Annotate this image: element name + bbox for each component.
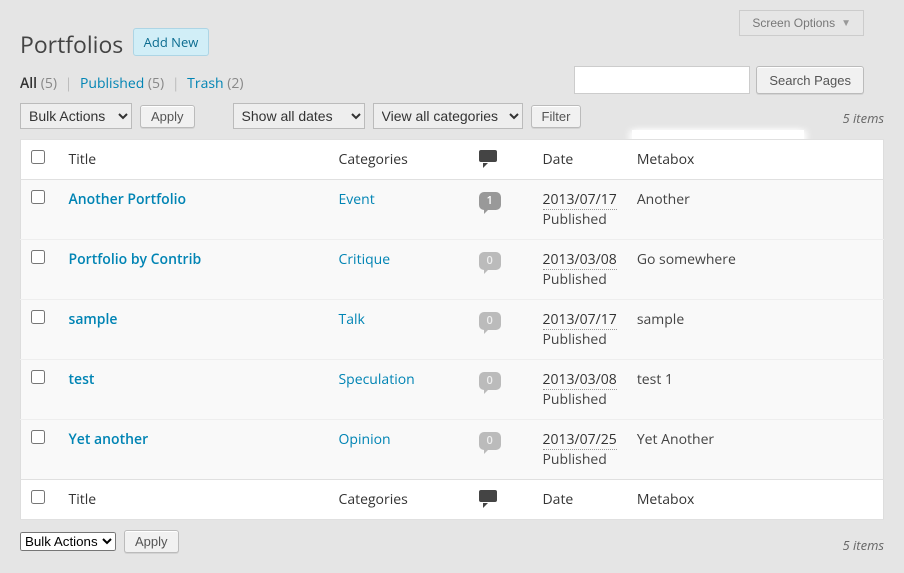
column-comments-header[interactable] xyxy=(469,140,533,180)
item-count-bottom: 5 items xyxy=(842,536,884,554)
screen-options-label: Screen Options xyxy=(752,16,835,30)
comment-count-bubble[interactable]: 0 xyxy=(479,430,501,450)
column-title-header[interactable]: Title xyxy=(59,140,329,180)
filter-all[interactable]: All xyxy=(20,74,37,93)
filter-all-count: (5) xyxy=(41,74,57,93)
comment-count-bubble[interactable]: 1 xyxy=(479,190,501,210)
row-status: Published xyxy=(543,390,607,409)
row-metabox: Another xyxy=(627,180,884,240)
row-title-link[interactable]: Yet another xyxy=(69,430,149,449)
row-metabox: sample xyxy=(627,300,884,360)
select-all-bottom[interactable] xyxy=(31,490,45,504)
add-new-button[interactable]: Add New xyxy=(133,28,210,56)
comment-icon xyxy=(479,490,497,504)
table-row: Portfolio by Contrib Critique 0 2013/03/08P… xyxy=(21,240,884,300)
select-all-top[interactable] xyxy=(31,150,45,164)
comment-icon xyxy=(479,150,497,164)
filter-button[interactable]: Filter xyxy=(531,105,582,128)
dates-filter-select[interactable]: Show all dates xyxy=(233,103,365,129)
row-category-link[interactable]: Critique xyxy=(339,250,391,269)
column-date-footer[interactable]: Date xyxy=(533,480,627,520)
comment-count-bubble[interactable]: 0 xyxy=(479,250,501,270)
row-title-link[interactable]: Another Portfolio xyxy=(69,190,187,209)
row-status: Published xyxy=(543,270,607,289)
row-checkbox[interactable] xyxy=(31,370,45,384)
filter-published-count: (5) xyxy=(148,74,164,93)
row-checkbox[interactable] xyxy=(31,190,45,204)
row-title-link[interactable]: sample xyxy=(69,310,118,329)
column-title-footer[interactable]: Title xyxy=(59,480,329,520)
row-status: Published xyxy=(543,450,607,469)
row-metabox: Go somewhere xyxy=(627,240,884,300)
row-category-link[interactable]: Opinion xyxy=(339,430,391,449)
row-date: 2013/03/08 xyxy=(543,250,617,270)
search-button[interactable]: Search Pages xyxy=(756,66,864,94)
table-row: sample Talk 0 2013/07/17Published sample xyxy=(21,300,884,360)
chevron-down-icon: ▼ xyxy=(841,18,851,29)
filter-trash[interactable]: Trash xyxy=(187,74,223,93)
row-title-link[interactable]: test xyxy=(69,370,95,389)
row-date: 2013/03/08 xyxy=(543,370,617,390)
row-category-link[interactable]: Event xyxy=(339,190,375,209)
portfolios-table: Title Categories Date Metabox Another Po… xyxy=(20,139,884,520)
categories-filter-select[interactable]: View all categories xyxy=(373,103,523,129)
row-date: 2013/07/17 xyxy=(543,310,617,330)
column-comments-footer[interactable] xyxy=(469,480,533,520)
row-status: Published xyxy=(543,330,607,349)
apply-button-bottom[interactable]: Apply xyxy=(124,530,179,553)
comment-count-bubble[interactable]: 0 xyxy=(479,370,501,390)
row-checkbox[interactable] xyxy=(31,430,45,444)
screen-options-button[interactable]: Screen Options ▼ xyxy=(739,10,864,36)
column-date-header[interactable]: Date xyxy=(533,140,627,180)
row-checkbox[interactable] xyxy=(31,310,45,324)
page-title: Portfolios xyxy=(20,28,123,60)
bulk-actions-select-bottom[interactable]: Bulk Actions xyxy=(20,532,116,551)
table-row: test Speculation 0 2013/03/08Published test … xyxy=(21,360,884,420)
table-row: Another Portfolio Event 1 2013/07/17Publish… xyxy=(21,180,884,240)
row-date: 2013/07/25 xyxy=(543,430,617,450)
row-checkbox[interactable] xyxy=(31,250,45,264)
filter-published[interactable]: Published xyxy=(80,74,144,93)
column-categories-footer[interactable]: Categories xyxy=(329,480,469,520)
table-row: Yet another Opinion 0 2013/07/25Published Ye… xyxy=(21,420,884,480)
filter-trash-count: (2) xyxy=(227,74,243,93)
column-metabox-footer[interactable]: Metabox xyxy=(627,480,884,520)
row-status: Published xyxy=(543,210,607,229)
row-category-link[interactable]: Talk xyxy=(339,310,365,329)
comment-count-bubble[interactable]: 0 xyxy=(479,310,501,330)
row-metabox: Yet Another xyxy=(627,420,884,480)
apply-button-top[interactable]: Apply xyxy=(140,105,195,128)
column-categories-header[interactable]: Categories xyxy=(329,140,469,180)
bulk-actions-select[interactable]: Bulk Actions xyxy=(20,103,132,129)
search-input[interactable] xyxy=(574,66,750,94)
row-date: 2013/07/17 xyxy=(543,190,617,210)
row-metabox: test 1 xyxy=(627,360,884,420)
item-count-top: 5 items xyxy=(842,109,884,127)
row-category-link[interactable]: Speculation xyxy=(339,370,415,389)
row-title-link[interactable]: Portfolio by Contrib xyxy=(69,250,202,269)
column-metabox-header[interactable]: Metabox xyxy=(627,140,884,180)
